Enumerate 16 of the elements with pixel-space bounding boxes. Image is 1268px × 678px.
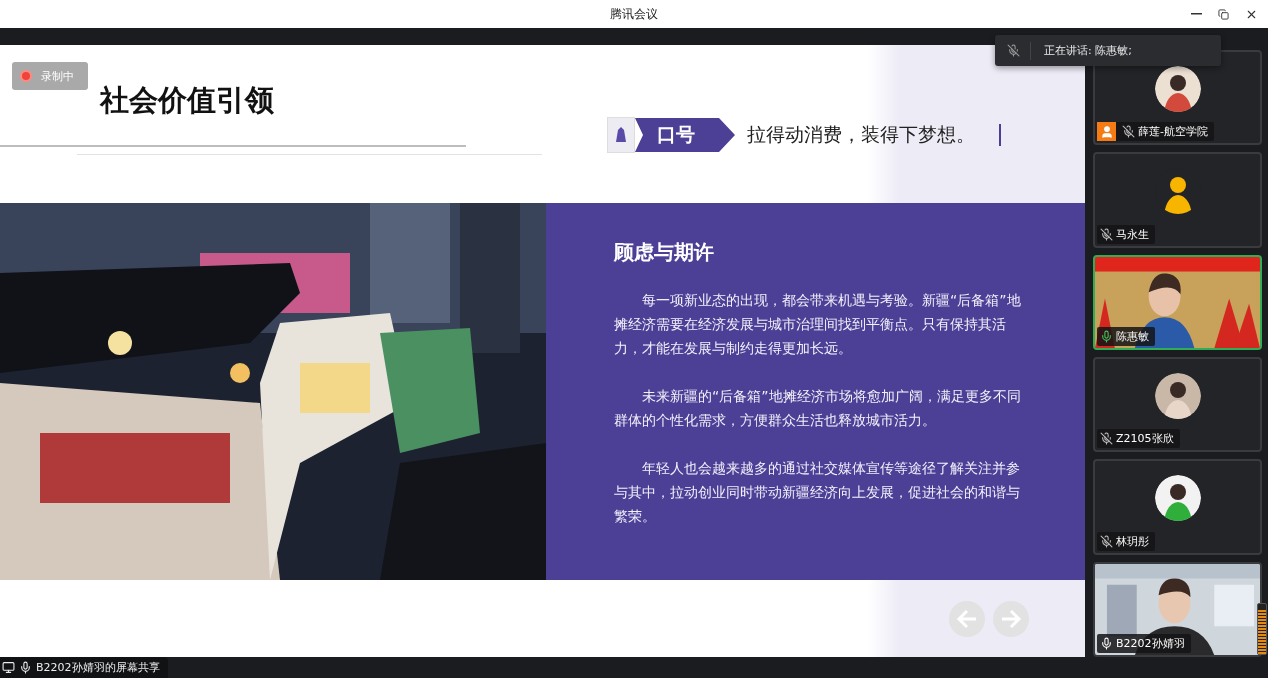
panel-heading: 顾虑与期许 xyxy=(614,239,715,266)
slide-title: 社会价值引领 xyxy=(100,83,275,117)
screen-share-label: B2202孙婧羽的屏幕共享 xyxy=(36,660,160,675)
window-title: 腾讯会议 xyxy=(610,5,658,23)
participant-name: 马永生 xyxy=(1116,226,1149,242)
participant-name: Z2105张欣 xyxy=(1116,431,1174,447)
participant-name: 陈惠敏 xyxy=(1116,329,1149,344)
slogan-text: 拉得动消费，装得下梦想。 xyxy=(747,122,975,147)
participant-name: 薛莲-航空学院 xyxy=(1138,124,1208,140)
participant-name: 林玥彤 xyxy=(1116,533,1149,549)
recording-label: 录制中 xyxy=(41,68,74,84)
panel-paragraph: 未来新疆的“后备箱”地摊经济市场将愈加广阔，满足更多不同群体的个性化需求，方便群众生活也释放城市活力。 xyxy=(614,387,1022,430)
panel-paragraph: 年轻人也会越来越多的通过社交媒体宣传等途径了解关注并参与其中，拉动创业同时带动新疆经济向上发展，促进社会的和谐与繁荣。 xyxy=(614,459,1021,526)
panel-paragraph: 每一项新业态的出现，都会带来机遇与考验。新疆“后备箱”地摊经济需要在经济发展与城市治理间找到平衡点。只有保持其活力，才能在发展与制约走得更加长远。 xyxy=(614,291,1022,358)
participant-name: B2202孙婧羽 xyxy=(1116,635,1185,651)
slogan-tag: 口号 xyxy=(635,118,735,152)
